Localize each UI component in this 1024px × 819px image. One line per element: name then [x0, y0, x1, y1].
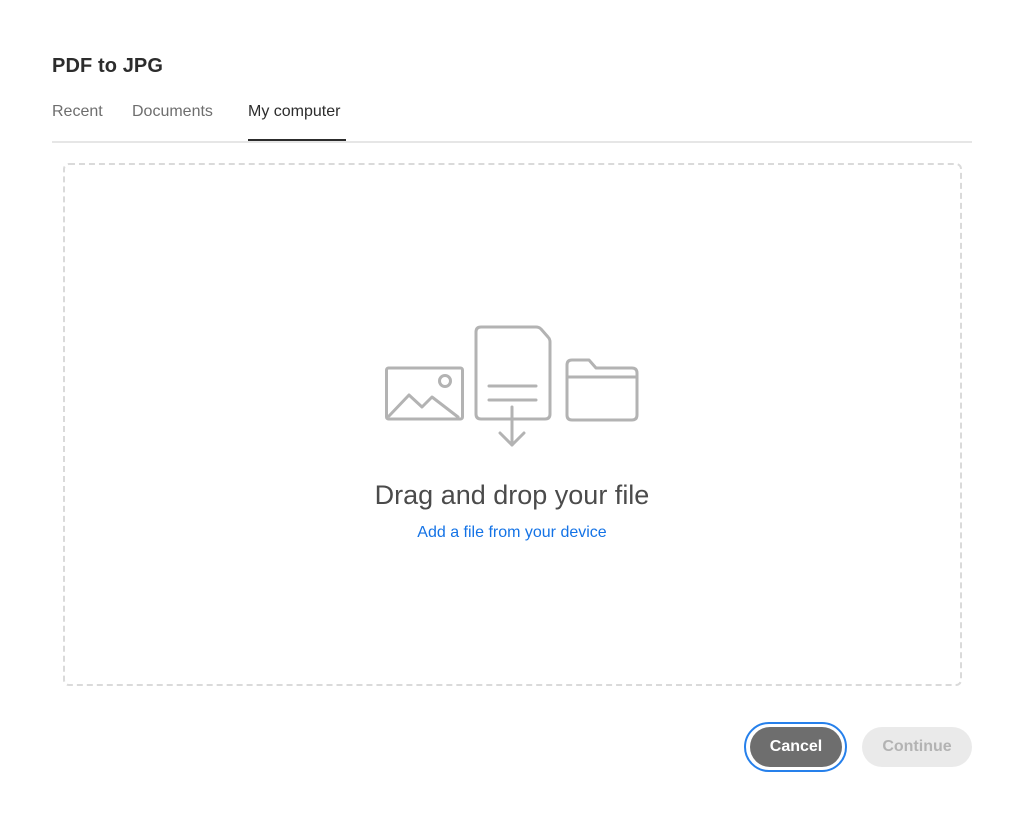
- tab-recent[interactable]: Recent: [52, 103, 103, 121]
- upload-illustration: [384, 325, 640, 449]
- tab-my-computer[interactable]: My computer: [248, 103, 340, 121]
- selected-tab-indicator: [248, 139, 346, 141]
- dialog-title: PDF to JPG: [52, 55, 164, 77]
- add-file-link-wrapper: Add a file from your device: [0, 524, 1024, 542]
- source-tabs: Recent Documents My computer: [52, 100, 972, 143]
- folder-icon: [565, 358, 639, 422]
- pdf-to-jpg-dialog: PDF to JPG Recent Documents My computer: [0, 0, 1024, 819]
- document-download-icon: [474, 325, 552, 447]
- continue-button[interactable]: Continue: [862, 727, 972, 767]
- add-file-link[interactable]: Add a file from your device: [417, 524, 606, 541]
- cancel-button[interactable]: Cancel: [750, 727, 842, 767]
- tab-documents[interactable]: Documents: [132, 103, 213, 121]
- image-icon: [385, 366, 464, 421]
- drop-heading: Drag and drop your file: [374, 480, 650, 510]
